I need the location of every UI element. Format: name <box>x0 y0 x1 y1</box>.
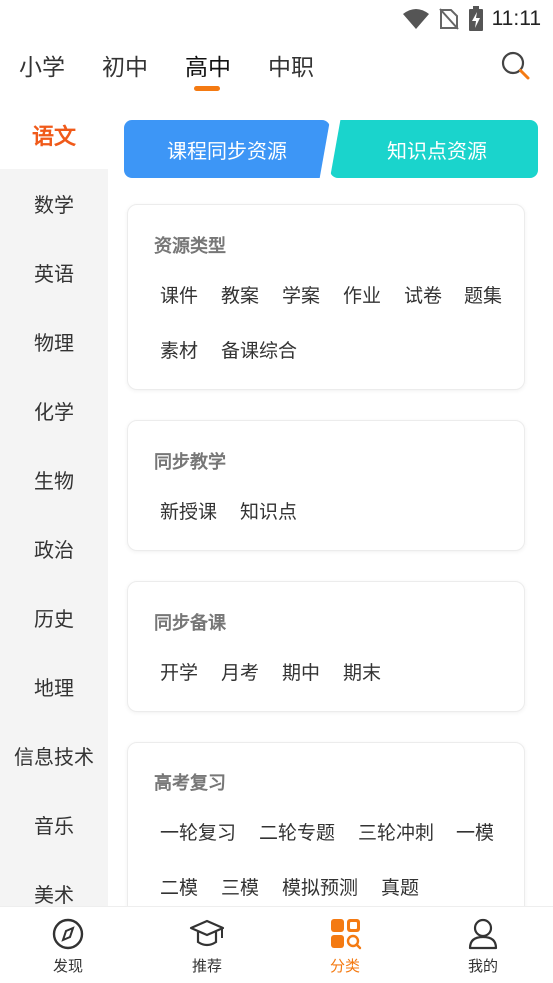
tag-mock-2[interactable]: 二模 <box>160 873 198 900</box>
knowledge-resources-button[interactable]: 知识点资源 <box>330 120 538 178</box>
nav-label: 我的 <box>467 957 498 975</box>
sync-teaching-card: 同步教学 新授课 知识点 <box>127 420 525 551</box>
sidebar-item-physics[interactable]: 物理 <box>0 307 108 376</box>
profile-icon <box>468 918 498 950</box>
tag-final[interactable]: 期末 <box>343 658 381 685</box>
tag-knowledge-point[interactable]: 知识点 <box>240 497 297 524</box>
nav-label: 推荐 <box>191 957 222 975</box>
tab-primary[interactable]: 小学 <box>19 48 65 82</box>
tag-mock-3[interactable]: 三模 <box>221 873 259 900</box>
search-icon[interactable] <box>500 50 530 80</box>
sidebar-item-english[interactable]: 英语 <box>0 238 108 307</box>
sync-prep-card: 同步备课 开学 月考 期中 期末 <box>127 581 525 712</box>
tab-senior[interactable]: 高中 <box>185 48 231 82</box>
tag-midterm[interactable]: 期中 <box>282 658 320 685</box>
nav-category[interactable]: 分类 <box>305 907 385 983</box>
tag-exam[interactable]: 试卷 <box>404 281 442 308</box>
nav-label: 发现 <box>52 957 83 975</box>
tag-homework[interactable]: 作业 <box>343 281 381 308</box>
tag-second-round[interactable]: 二轮专题 <box>259 818 335 845</box>
sidebar-item-history[interactable]: 历史 <box>0 583 108 652</box>
compass-icon <box>52 918 84 950</box>
tag-question-set[interactable]: 题集 <box>464 281 502 308</box>
status-bar: 11:11 <box>0 0 553 38</box>
content-panel: 课程同步资源 知识点资源 资源类型 课件 教案 学案 作业 试卷 题集 素材 备… <box>108 100 553 906</box>
sidebar-item-math[interactable]: 数学 <box>0 169 108 238</box>
status-time: 11:11 <box>491 7 541 30</box>
sidebar-item-music[interactable]: 音乐 <box>0 790 108 859</box>
tag-monthly-exam[interactable]: 月考 <box>221 658 259 685</box>
sidebar-item-it[interactable]: 信息技术 <box>0 721 108 790</box>
tag-mock-1[interactable]: 一模 <box>456 818 494 845</box>
tag-courseware[interactable]: 课件 <box>160 281 198 308</box>
section-title: 同步教学 <box>154 452 226 473</box>
category-grid-icon <box>331 919 362 950</box>
resource-type-card: 资源类型 课件 教案 学案 作业 试卷 题集 素材 备课综合 <box>127 204 525 390</box>
tag-third-round[interactable]: 三轮冲刺 <box>358 818 434 845</box>
tag-lesson-plan[interactable]: 教案 <box>221 281 259 308</box>
wifi-icon <box>402 9 429 29</box>
tag-first-round[interactable]: 一轮复习 <box>160 818 236 845</box>
tag-prep-comprehensive[interactable]: 备课综合 <box>221 336 297 363</box>
gaokao-review-card: 高考复习 一轮复习 二轮专题 三轮冲刺 一模 二模 三模 模拟预测 真题 <box>127 742 525 906</box>
sidebar-item-chemistry[interactable]: 化学 <box>0 376 108 445</box>
nav-profile[interactable]: 我的 <box>443 907 523 983</box>
sync-resources-button[interactable]: 课程同步资源 <box>124 120 330 178</box>
graduation-cap-icon <box>189 919 225 947</box>
sidebar-item-politics[interactable]: 政治 <box>0 514 108 583</box>
level-tabs: 小学 初中 高中 中职 <box>0 40 553 96</box>
tab-junior[interactable]: 初中 <box>102 48 148 82</box>
sidebar-item-art[interactable]: 美术 <box>0 859 108 906</box>
tag-study-plan[interactable]: 学案 <box>282 281 320 308</box>
tab-indicator <box>194 86 220 91</box>
battery-charging-icon <box>468 6 483 31</box>
nav-label: 分类 <box>329 957 360 975</box>
section-title: 资源类型 <box>154 236 226 257</box>
tag-new-lesson[interactable]: 新授课 <box>160 497 217 524</box>
sidebar-item-geography[interactable]: 地理 <box>0 652 108 721</box>
section-title: 高考复习 <box>154 773 226 794</box>
nav-recommend[interactable]: 推荐 <box>167 907 247 983</box>
tag-simulation[interactable]: 模拟预测 <box>282 873 358 900</box>
bottom-nav: 发现 推荐 分类 我的 <box>0 906 553 983</box>
sidebar-item-chinese[interactable]: 语文 <box>0 100 108 169</box>
tag-past-papers[interactable]: 真题 <box>381 873 419 900</box>
no-sim-icon <box>438 8 459 30</box>
tab-vocational[interactable]: 中职 <box>268 48 314 82</box>
sidebar-item-biology[interactable]: 生物 <box>0 445 108 514</box>
section-title: 同步备课 <box>154 613 226 634</box>
subject-sidebar: 语文 数学 英语 物理 化学 生物 政治 历史 地理 信息技术 音乐 美术 <box>0 100 108 906</box>
nav-discover[interactable]: 发现 <box>28 907 108 983</box>
tag-semester-start[interactable]: 开学 <box>160 658 198 685</box>
tag-material[interactable]: 素材 <box>160 336 198 363</box>
